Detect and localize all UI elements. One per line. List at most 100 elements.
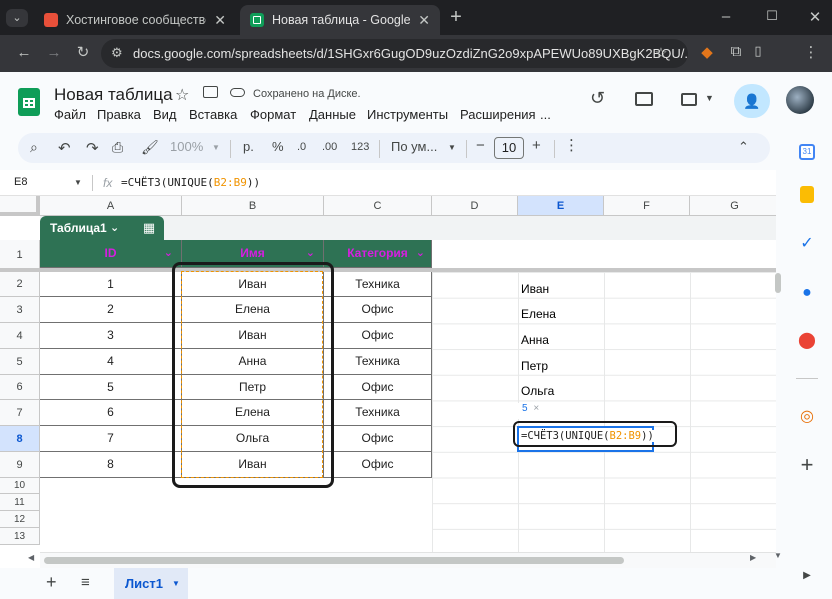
font-size-increase-button[interactable]: + (532, 137, 541, 154)
table-cell-category[interactable]: Офис (324, 452, 432, 478)
get-addons-icon[interactable]: + (797, 454, 817, 476)
row-header-8[interactable]: 8 (0, 426, 40, 452)
table-cell-id[interactable]: 3 (40, 323, 182, 349)
reload-icon[interactable]: ↻ (72, 43, 94, 61)
row-header-6[interactable]: 6 (0, 375, 40, 400)
table-options-icon[interactable]: ▦ (134, 216, 164, 240)
zoom-dropdown-icon[interactable]: ▼ (212, 143, 220, 152)
table-cell-id[interactable]: 2 (40, 297, 182, 323)
scroll-left-icon[interactable]: ◀ (28, 553, 34, 562)
menu-dots-icon[interactable]: ⋮ (800, 43, 822, 61)
forward-icon[interactable]: → (43, 44, 65, 61)
search-menus-icon[interactable]: ⌕ (30, 139, 38, 156)
menu-insert[interactable]: Вставка (189, 107, 237, 122)
maximize-icon[interactable]: ☐ (761, 8, 783, 24)
unique-value[interactable]: Елена (521, 307, 556, 321)
meet-icon[interactable] (681, 93, 697, 106)
zoom-select[interactable]: 100% (170, 139, 203, 154)
table-header-category[interactable]: Категория ⌄ (324, 240, 432, 268)
vertical-scroll-down-icon[interactable]: ▼ (774, 551, 782, 560)
comments-icon[interactable] (635, 92, 653, 106)
share-add-person-button[interactable]: 👤 (734, 84, 770, 118)
all-sheets-icon[interactable]: ≡ (81, 574, 90, 591)
table-cell-category[interactable]: Офис (324, 375, 432, 400)
row-header-3[interactable]: 3 (0, 297, 40, 323)
table-cell-category[interactable]: Техника (324, 400, 432, 426)
unique-value[interactable]: Ольга (521, 384, 554, 398)
menu-edit[interactable]: Правка (97, 107, 141, 122)
column-header-A[interactable]: A (40, 196, 182, 216)
contacts-icon[interactable]: ● (797, 283, 817, 303)
doc-title[interactable]: Новая таблица (54, 85, 173, 105)
print-icon[interactable]: ⎙ (112, 139, 123, 156)
menu-tools[interactable]: Инструменты (367, 107, 448, 122)
bookmark-star-icon[interactable]: ☆ (650, 44, 672, 62)
more-formats-button[interactable]: 123 (351, 141, 369, 153)
menu-more[interactable]: ... (540, 107, 551, 122)
menu-view[interactable]: Вид (153, 107, 177, 122)
font-size-input[interactable]: 10 (494, 137, 524, 159)
column-header-B[interactable]: B (182, 196, 324, 216)
row-header-7[interactable]: 7 (0, 400, 40, 426)
row-header-13[interactable]: 13 (0, 528, 40, 545)
menu-file[interactable]: Файл (54, 107, 86, 122)
font-size-decrease-button[interactable]: − (476, 137, 485, 154)
unique-value[interactable]: Иван (521, 282, 549, 296)
table-cell-id[interactable]: 4 (40, 349, 182, 375)
user-avatar[interactable] (786, 86, 814, 114)
row-header-9[interactable]: 9 (0, 452, 40, 478)
keep-icon[interactable] (797, 186, 817, 206)
menu-data[interactable]: Данные (309, 107, 356, 122)
table-cell-category[interactable]: Техника (324, 349, 432, 375)
close-window-icon[interactable]: ✕ (804, 8, 826, 26)
show-side-panel-icon[interactable]: ▶ (797, 566, 817, 586)
table-menu-chevron-icon[interactable]: ⌄ (110, 216, 119, 240)
unique-value[interactable]: Петр (521, 359, 548, 373)
column-header-F[interactable]: F (604, 196, 690, 216)
menu-format[interactable]: Формат (250, 107, 296, 122)
table-cell-id[interactable]: 7 (40, 426, 182, 452)
row-header-1[interactable]: 1 (0, 240, 40, 270)
formula-input[interactable]: =СЧЁТЗ(UNIQUE(B2:B9)) (121, 176, 260, 189)
sheets-logo-icon[interactable] (18, 88, 40, 116)
unique-value[interactable]: Анна (521, 333, 549, 347)
maps-icon[interactable]: ⬤ (797, 331, 817, 351)
extensions-icon[interactable]: ⧉ (725, 43, 747, 60)
row-header-11[interactable]: 11 (0, 494, 40, 511)
column-header-C[interactable]: C (324, 196, 432, 216)
scroll-right-icon[interactable]: ▶ (750, 553, 756, 562)
sheet-tab-dropdown-icon[interactable]: ▼ (172, 568, 180, 599)
close-tooltip-icon[interactable]: × (533, 403, 539, 414)
menu-extensions[interactable]: Расширения (460, 107, 536, 122)
meet-dropdown-icon[interactable]: ▼ (705, 93, 714, 103)
close-tab-icon[interactable]: ✕ (418, 12, 430, 29)
sheet-tab-active[interactable]: Лист1 ▼ (114, 568, 188, 599)
extension-fox-icon[interactable]: ◆ (696, 43, 718, 61)
browser-tab-active[interactable]: Новая таблица - Google Табли ✕ (240, 5, 440, 35)
spreadsheet-grid[interactable]: A B C D E F G Таблица1 ⌄ ▦ 1 2 3 4 5 6 7… (0, 196, 776, 568)
undo-icon[interactable]: ↶ (58, 139, 71, 157)
address-bar[interactable]: ⚙ docs.google.com/spreadsheets/d/1SHGxr6… (101, 39, 688, 68)
filter-chevron-icon[interactable]: ⌄ (164, 240, 173, 266)
tasks-icon[interactable]: ✓ (797, 234, 817, 254)
horizontal-scrollbar-thumb[interactable] (44, 557, 624, 564)
font-select[interactable]: По ум... (391, 139, 437, 154)
minimize-icon[interactable]: – (715, 8, 737, 25)
row-header-5[interactable]: 5 (0, 349, 40, 375)
name-box-dropdown-icon[interactable]: ▼ (74, 178, 82, 187)
more-tools-icon[interactable]: ⋮ (564, 136, 579, 154)
column-header-E[interactable]: E (518, 196, 604, 216)
tab-search-icon[interactable]: ⌄ (6, 9, 28, 27)
star-icon[interactable]: ☆ (175, 85, 189, 105)
table-cell-category[interactable]: Офис (324, 297, 432, 323)
move-folder-icon[interactable] (203, 86, 218, 98)
select-all-corner[interactable] (0, 196, 40, 216)
filter-chevron-icon[interactable]: ⌄ (416, 240, 425, 266)
table-cell-id[interactable]: 6 (40, 400, 182, 426)
decrease-decimal-button[interactable]: .0 (297, 141, 306, 153)
back-icon[interactable]: ← (13, 44, 35, 61)
row-header-4[interactable]: 4 (0, 323, 40, 349)
add-sheet-icon[interactable]: + (46, 572, 57, 593)
percent-format-button[interactable]: % (272, 139, 284, 154)
table-cell-category[interactable]: Офис (324, 323, 432, 349)
